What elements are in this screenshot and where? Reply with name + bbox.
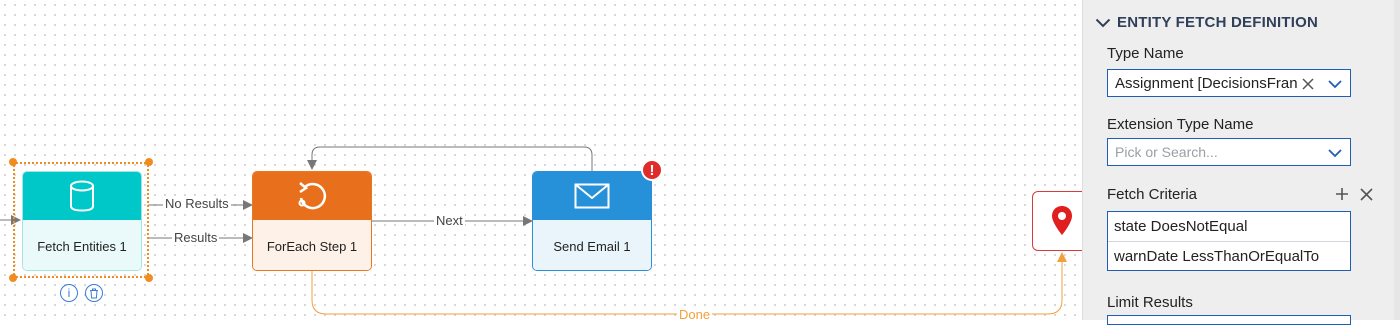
- criteria-item[interactable]: warnDate LessThanOrEqualTo: [1108, 241, 1350, 270]
- limit-results-label: Limit Results: [1107, 294, 1193, 311]
- criteria-item[interactable]: state DoesNotEqual: [1108, 212, 1350, 241]
- type-name-label: Type Name: [1107, 45, 1184, 62]
- location-pin-icon: [1052, 206, 1072, 235]
- next-label: Next: [434, 213, 465, 228]
- flow-connections: [0, 146, 1067, 315]
- foreach-step[interactable]: ForEach Step 1: [252, 171, 372, 271]
- extension-type-name-label: Extension Type Name: [1107, 116, 1254, 133]
- loop-back-connection: [307, 146, 593, 171]
- loop-icon: [298, 182, 327, 210]
- done-connection: [311, 252, 1067, 315]
- section-header[interactable]: ENTITY FETCH DEFINITION: [1095, 14, 1318, 31]
- extension-type-name-select[interactable]: Pick or Search...: [1107, 138, 1351, 166]
- error-badge-icon[interactable]: !: [641, 159, 663, 181]
- chevron-down-icon[interactable]: [1328, 79, 1342, 89]
- add-icon[interactable]: [1335, 187, 1349, 201]
- properties-panel: ENTITY FETCH DEFINITION Type Name Assign…: [1082, 0, 1400, 325]
- resize-handle[interactable]: [145, 274, 153, 282]
- no-results-label: No Results: [163, 196, 231, 211]
- extension-type-name-placeholder: Pick or Search...: [1115, 144, 1218, 160]
- fetch-criteria-label: Fetch Criteria: [1107, 186, 1198, 203]
- fetch-entities-step[interactable]: Fetch Entities 1: [22, 171, 142, 271]
- info-icon[interactable]: i: [60, 284, 78, 302]
- chevron-down-icon[interactable]: [1095, 17, 1111, 29]
- resize-handle[interactable]: [145, 158, 153, 166]
- resize-handle[interactable]: [9, 158, 17, 166]
- step-label: ForEach Step 1: [253, 220, 371, 270]
- section-title: ENTITY FETCH DEFINITION: [1117, 14, 1318, 31]
- chevron-down-icon[interactable]: [1328, 148, 1342, 158]
- step-label: Fetch Entities 1: [23, 220, 141, 270]
- database-icon: [70, 180, 94, 212]
- limit-results-input[interactable]: [1107, 315, 1351, 325]
- trash-icon[interactable]: [85, 284, 103, 302]
- send-email-step[interactable]: Send Email 1: [532, 171, 652, 271]
- results-label: Results: [172, 230, 220, 245]
- resize-handle[interactable]: [9, 274, 17, 282]
- fetch-criteria-list[interactable]: state DoesNotEqual warnDate LessThanOrEq…: [1107, 211, 1351, 271]
- type-name-select[interactable]: Assignment [DecisionsFran: [1107, 69, 1351, 97]
- clear-icon[interactable]: [1302, 78, 1314, 90]
- type-name-value: Assignment [DecisionsFran: [1115, 74, 1298, 92]
- done-label: Done: [677, 307, 713, 320]
- envelope-icon: [574, 183, 610, 209]
- end-step[interactable]: [1032, 191, 1082, 251]
- panel-scrollbar[interactable]: [1394, 0, 1400, 320]
- step-label: Send Email 1: [533, 220, 651, 270]
- remove-icon[interactable]: [1360, 188, 1373, 201]
- flow-canvas[interactable]: No Results Results Next Done Fetch Entit…: [0, 0, 1082, 320]
